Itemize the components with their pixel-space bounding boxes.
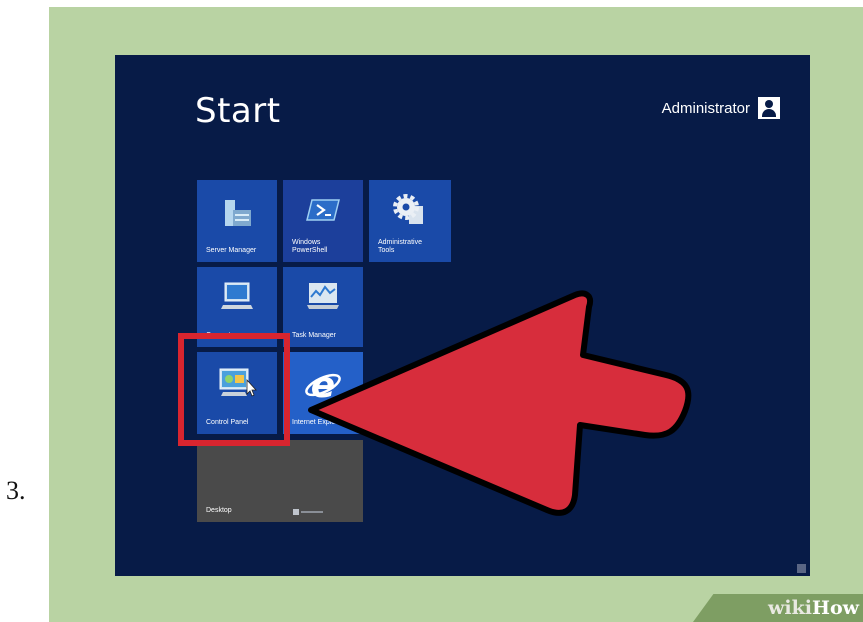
watermark-how: How xyxy=(812,597,859,619)
watermark-wiki: wiki xyxy=(768,597,813,619)
step-number: 3. xyxy=(6,476,26,505)
pointer-arrow xyxy=(308,290,692,516)
wikihow-watermark: wikiHow xyxy=(693,594,863,622)
scroll-indicator[interactable] xyxy=(797,564,806,573)
start-screen: Start Administrator Server Manager Windo… xyxy=(115,55,810,576)
